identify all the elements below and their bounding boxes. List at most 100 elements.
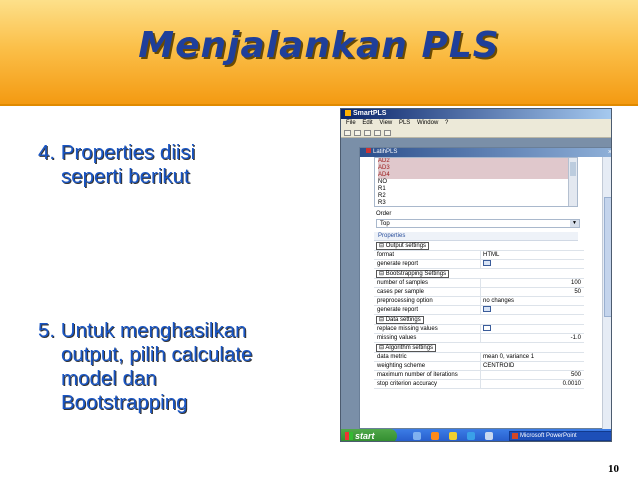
preprocessing-label: preprocessing option bbox=[377, 298, 433, 304]
algorithm-settings-label: Algorithm settings bbox=[385, 345, 434, 351]
max-iterations-value[interactable]: 500 bbox=[480, 371, 584, 380]
smartpls-icon bbox=[345, 110, 351, 116]
weighting-scheme-value[interactable]: CENTROID bbox=[480, 362, 584, 371]
firefox-icon[interactable] bbox=[431, 432, 439, 440]
list-item[interactable]: NO bbox=[378, 179, 577, 186]
inner-window-titlebar: LatihPLS × bbox=[360, 148, 611, 157]
stop-criterion-label: stop criterion accuracy bbox=[377, 381, 438, 387]
output-settings-label: Output settings bbox=[385, 243, 427, 249]
taskbar-item-label: Microsoft PowerPoint bbox=[520, 433, 577, 439]
close-icon[interactable]: × bbox=[608, 148, 611, 157]
list-item[interactable]: R3 bbox=[378, 200, 577, 206]
format-value[interactable]: HTML bbox=[480, 251, 584, 260]
algorithm-settings-header[interactable]: ⊟ Algorithm settings bbox=[376, 344, 437, 352]
save-icon[interactable] bbox=[364, 130, 371, 136]
data-settings-header[interactable]: ⊟ Data settings bbox=[376, 316, 424, 324]
table-row: generate report bbox=[374, 260, 584, 269]
list-item[interactable]: R2 bbox=[378, 193, 577, 200]
missing-values-label: missing values bbox=[377, 335, 417, 341]
bullet-calculate-line3: model dan bbox=[61, 367, 157, 390]
inner-window-title: LatihPLS bbox=[373, 149, 398, 155]
replace-missing-checkbox[interactable] bbox=[483, 325, 491, 331]
indicator-list[interactable]: AD2 AD3 AD4 NO R1 R2 R3 bbox=[374, 157, 578, 207]
app-title-text: SmartPLS bbox=[353, 110, 387, 117]
show-desktop-icon[interactable] bbox=[413, 432, 421, 440]
menu-view[interactable]: View bbox=[379, 119, 392, 128]
menu-window[interactable]: Window bbox=[417, 119, 438, 128]
folder-icon[interactable] bbox=[449, 432, 457, 440]
properties-scroll-thumb[interactable] bbox=[604, 197, 611, 317]
bullet-properties-line1: 4. Properties diisi bbox=[38, 141, 196, 164]
table-row: maximum number of iterations 500 bbox=[374, 371, 584, 380]
table-row: data metric mean 0, variance 1 bbox=[374, 353, 584, 362]
replace-missing-cell bbox=[480, 325, 584, 334]
preprocessing-value[interactable]: no changes bbox=[480, 297, 584, 306]
bullet-calculate-line4: Bootstrapping bbox=[61, 391, 188, 414]
toolbar bbox=[341, 128, 611, 138]
table-row: generate report bbox=[374, 306, 584, 315]
menu-help[interactable]: ? bbox=[445, 119, 448, 128]
bullet-calculate-line2: output, pilih calculate bbox=[61, 343, 253, 366]
list-item[interactable]: AD2 bbox=[378, 158, 577, 165]
page-number: 10 bbox=[608, 463, 619, 475]
menubar: File Edit View PLS Window ? bbox=[341, 119, 611, 128]
data-metric-value[interactable]: mean 0, variance 1 bbox=[480, 353, 584, 362]
table-row: number of samples 100 bbox=[374, 279, 584, 288]
tab-properties[interactable]: Properties bbox=[374, 232, 578, 241]
section-bootstrapping-settings[interactable]: ⊟ Bootstrapping Settings bbox=[374, 269, 584, 279]
slide-title: Menjalankan PLS bbox=[138, 25, 500, 66]
smartpls-screenshot: SmartPLS File Edit View PLS Window ? Lat… bbox=[340, 108, 612, 442]
open-folder-icon[interactable] bbox=[354, 130, 361, 136]
generate-report-checkbox[interactable] bbox=[483, 260, 491, 266]
data-settings-label: Data settings bbox=[385, 317, 421, 323]
list-item[interactable]: R1 bbox=[378, 186, 577, 193]
generate-report-bootstrap-checkbox[interactable] bbox=[483, 306, 491, 312]
app-titlebar: SmartPLS bbox=[341, 109, 611, 119]
taskbar-item-powerpoint[interactable]: Microsoft PowerPoint bbox=[509, 431, 611, 441]
replace-missing-label: replace missing values bbox=[377, 326, 438, 332]
table-row: stop criterion accuracy 0.0010 bbox=[374, 380, 584, 389]
weighting-scheme-label: weighting scheme bbox=[377, 363, 426, 369]
table-row: preprocessing option no changes bbox=[374, 297, 584, 306]
data-metric-label: data metric bbox=[377, 354, 407, 360]
list-scrollbar[interactable] bbox=[568, 158, 577, 206]
menu-edit[interactable]: Edit bbox=[362, 119, 372, 128]
list-item[interactable]: AD3 bbox=[378, 165, 577, 172]
list-scroll-thumb[interactable] bbox=[570, 162, 576, 176]
section-algorithm-settings[interactable]: ⊟ Algorithm settings bbox=[374, 343, 584, 353]
cases-per-sample-value[interactable]: 50 bbox=[480, 288, 584, 297]
bullet-properties-line2: seperti berikut bbox=[61, 165, 190, 188]
stop-criterion-value[interactable]: 0.0010 bbox=[480, 380, 584, 389]
new-file-icon[interactable] bbox=[344, 130, 351, 136]
table-row: missing values -1.0 bbox=[374, 334, 584, 343]
cases-per-sample-label: cases per sample bbox=[377, 289, 425, 295]
section-output-settings[interactable]: ⊟ Output settings bbox=[374, 241, 584, 251]
generate-report-label: generate report bbox=[377, 261, 419, 267]
taskbar: start Microsoft PowerPoint bbox=[341, 429, 611, 441]
start-button[interactable]: start bbox=[341, 429, 397, 441]
list-item[interactable]: AD4 bbox=[378, 172, 577, 179]
ie-icon[interactable] bbox=[467, 432, 475, 440]
windows-flag-icon bbox=[345, 432, 353, 440]
powerpoint-icon bbox=[512, 433, 518, 439]
bullet-calculate: 5. Untuk menghasilkan output, pilih calc… bbox=[38, 319, 328, 415]
menu-file[interactable]: File bbox=[346, 119, 356, 128]
missing-values-value[interactable]: -1.0 bbox=[480, 334, 584, 343]
number-of-samples-label: number of samples bbox=[377, 280, 429, 286]
table-row: weighting scheme CENTROID bbox=[374, 362, 584, 371]
table-row: replace missing values bbox=[374, 325, 584, 334]
properties-scrollbar[interactable] bbox=[602, 157, 611, 429]
menu-pls[interactable]: PLS bbox=[399, 119, 410, 128]
print-icon[interactable] bbox=[374, 130, 381, 136]
bootstrapping-settings-header[interactable]: ⊟ Bootstrapping Settings bbox=[376, 270, 450, 278]
properties-table: ⊟ Output settings format HTML generate r… bbox=[374, 241, 584, 389]
app-quicklaunch-icon[interactable] bbox=[485, 432, 493, 440]
chevron-down-icon[interactable]: ▼ bbox=[570, 220, 579, 227]
number-of-samples-value[interactable]: 100 bbox=[480, 279, 584, 288]
calculate-icon[interactable] bbox=[384, 130, 391, 136]
section-data-settings[interactable]: ⊟ Data settings bbox=[374, 315, 584, 325]
output-settings-header[interactable]: ⊟ Output settings bbox=[376, 242, 430, 250]
order-value: Top bbox=[380, 221, 390, 227]
order-label: Order bbox=[376, 211, 392, 217]
order-select[interactable]: Top ▼ bbox=[376, 219, 580, 228]
